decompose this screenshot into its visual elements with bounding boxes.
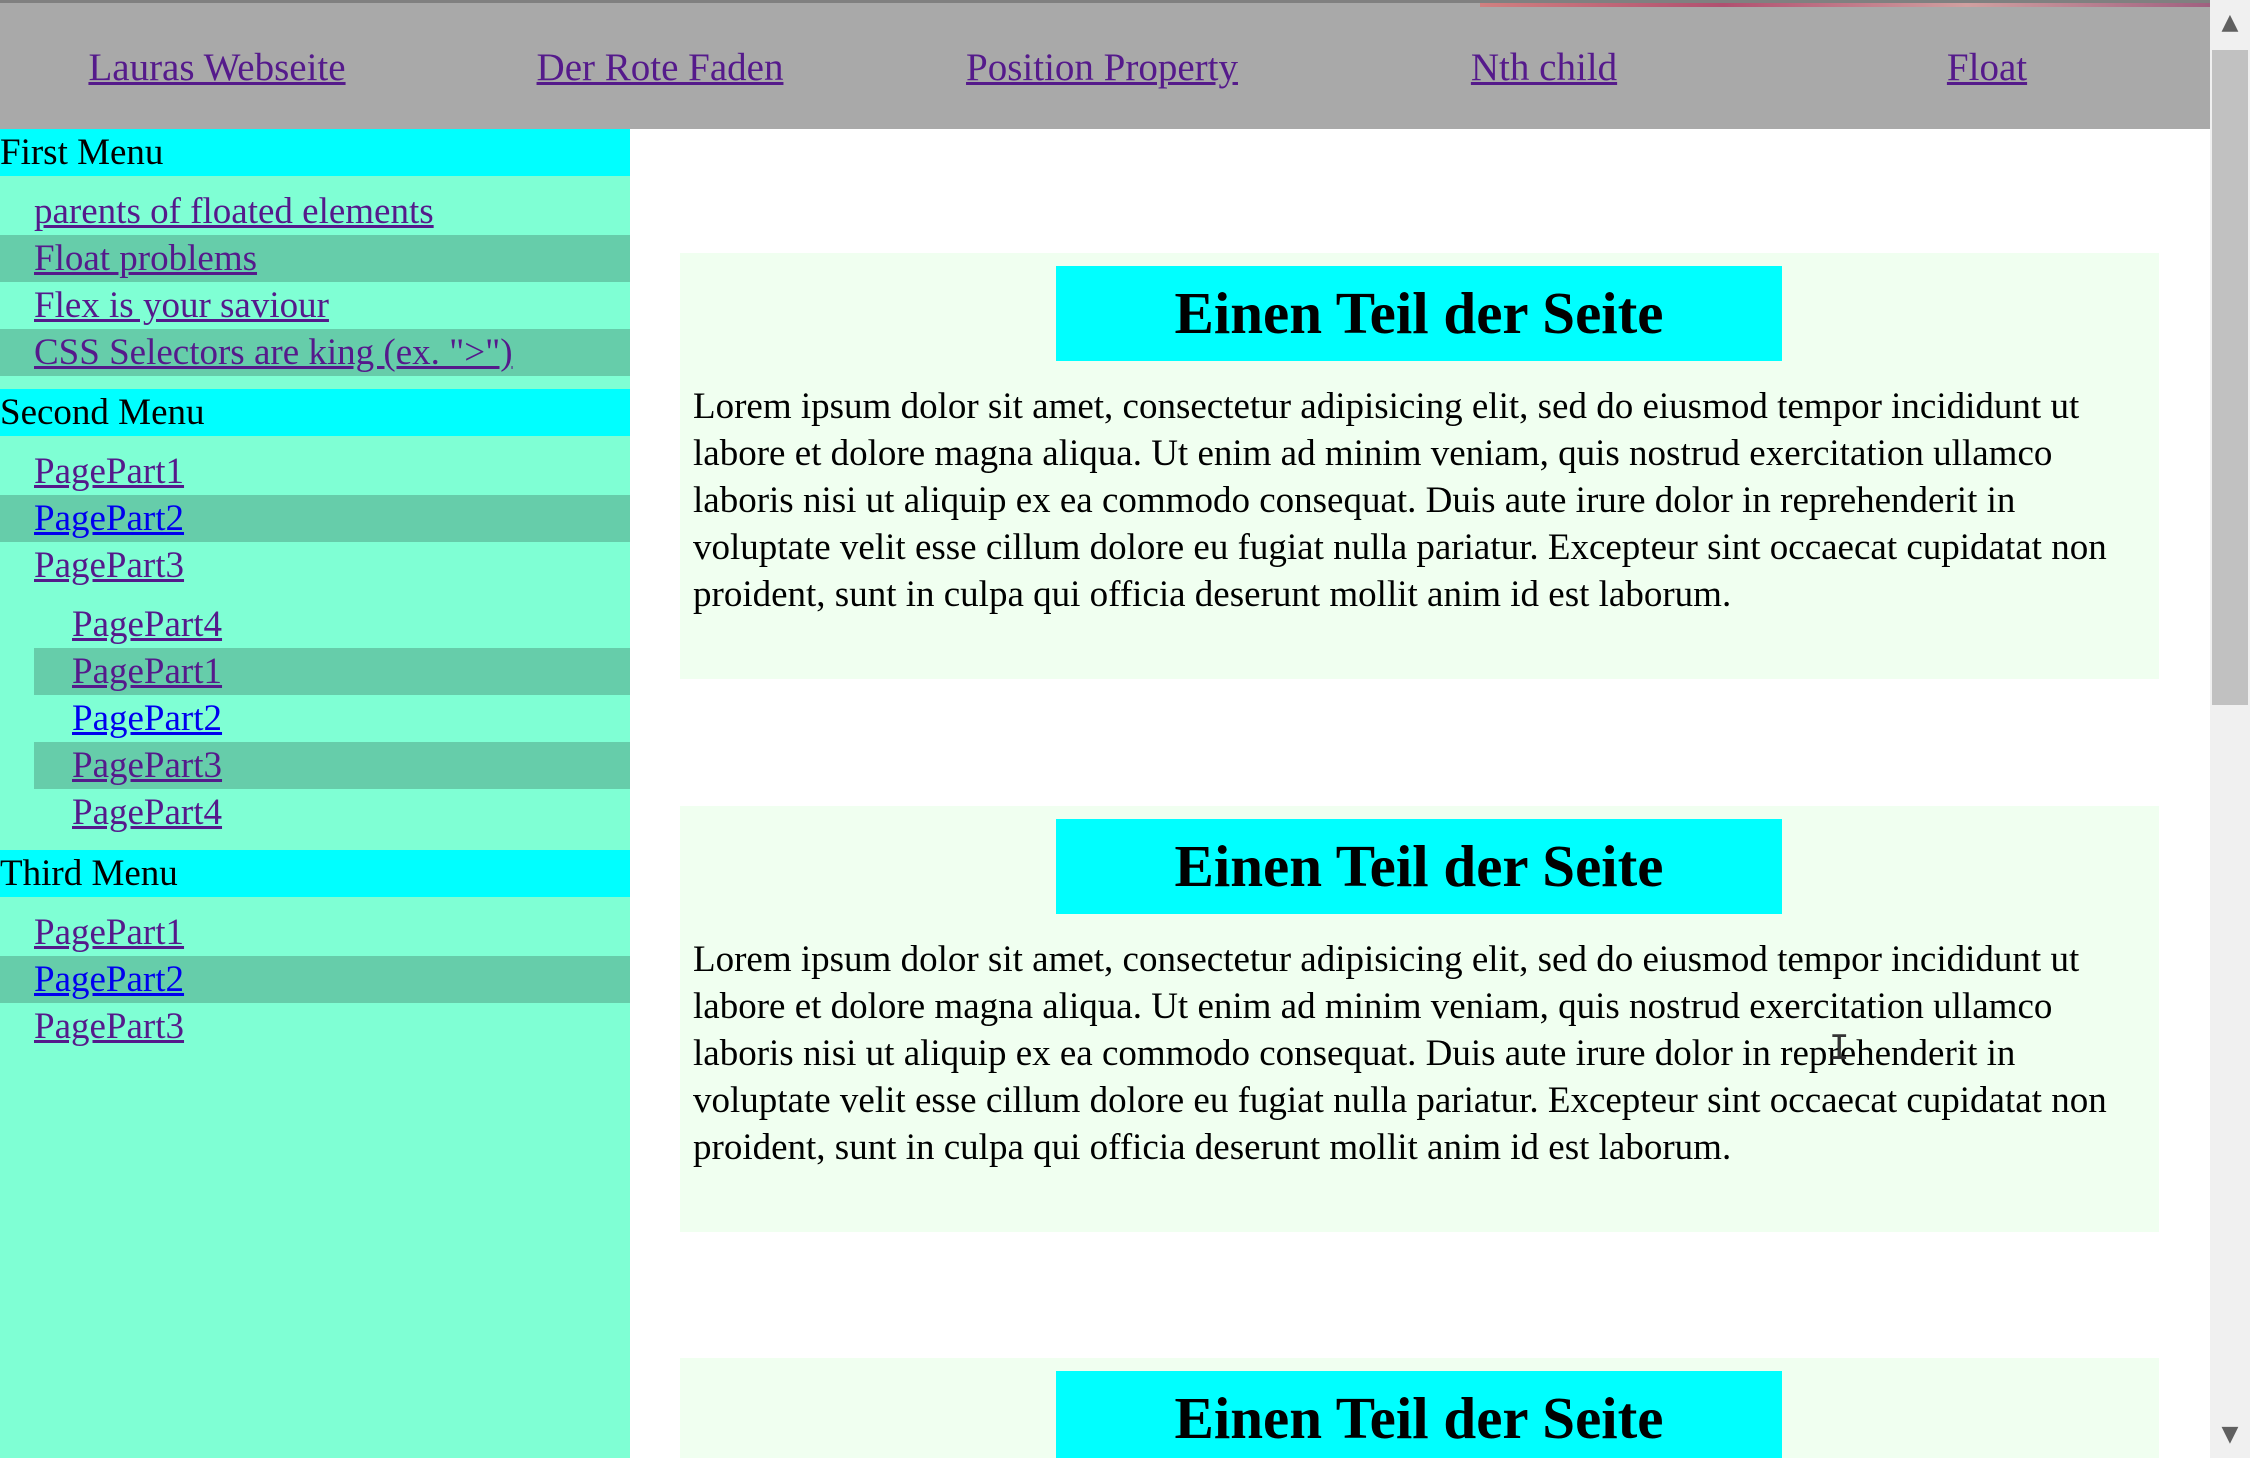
content-card: Einen Teil der Seite Lorem ipsum dolor s… <box>680 253 2159 679</box>
sidebar-link[interactable]: PagePart3 <box>34 1006 184 1047</box>
vertical-scrollbar[interactable]: ▲ ▼ <box>2210 0 2250 1458</box>
submenu-link[interactable]: PagePart1 <box>72 651 222 692</box>
sidebar-link[interactable]: PagePart2 <box>34 959 184 1000</box>
sidebar-item-third-pagepart3[interactable]: PagePart3 <box>0 1003 630 1050</box>
chevron-up-icon[interactable]: ▲ <box>2210 10 2250 35</box>
submenu-item-pagepart2[interactable]: PagePart2 <box>34 695 630 742</box>
menu-heading-first: First Menu <box>0 129 630 176</box>
card-paragraph: Lorem ipsum dolor sit amet, consectetur … <box>693 386 2107 615</box>
submenu-item-pagepart3[interactable]: PagePart3 <box>34 742 630 789</box>
submenu-link[interactable]: PagePart2 <box>72 698 222 739</box>
card-heading: Einen Teil der Seite <box>1056 266 1782 361</box>
nav-link-lauras-webseite[interactable]: Lauras Webseite <box>88 45 345 90</box>
submenu-item-pagepart4[interactable]: PagePart4 <box>34 601 630 648</box>
sidebar-link[interactable]: Float problems <box>34 238 257 279</box>
content-card: Einen Teil der Seite <box>680 1358 2159 1458</box>
card-heading: Einen Teil der Seite <box>1056 819 1782 914</box>
sidebar-link[interactable]: PagePart1 <box>34 912 184 953</box>
nav-link-position-property[interactable]: Position Property <box>966 45 1238 90</box>
browser-viewport: Lauras Webseite Der Rote Faden Position … <box>0 0 2210 1458</box>
sidebar-link[interactable]: PagePart3 <box>34 545 184 586</box>
content-card: Einen Teil der Seite Lorem ipsum dolor s… <box>680 806 2159 1232</box>
sidebar-item-pagepart3[interactable]: PagePart3 <box>0 542 630 589</box>
submenu-item-pagepart1[interactable]: PagePart1 <box>34 648 630 695</box>
menu-heading-third: Third Menu <box>0 850 630 897</box>
card-paragraph: Lorem ipsum dolor sit amet, consectetur … <box>693 939 2107 1168</box>
sidebar-item-pagepart1[interactable]: PagePart1 <box>0 448 630 495</box>
nav-link-nth-child[interactable]: Nth child <box>1471 45 1617 90</box>
chevron-down-icon[interactable]: ▼ <box>2210 1422 2250 1447</box>
nav-link-float[interactable]: Float <box>1947 45 2027 90</box>
submenu-item-pagepart4-b[interactable]: PagePart4 <box>34 789 630 836</box>
submenu-link[interactable]: PagePart4 <box>72 604 222 645</box>
sidebar: First Menu parents of floated elements F… <box>0 129 630 1458</box>
scrollbar-thumb[interactable] <box>2212 50 2248 705</box>
sidebar-link[interactable]: parents of floated elements <box>34 191 434 232</box>
sidebar-link[interactable]: PagePart1 <box>34 451 184 492</box>
submenu-link[interactable]: PagePart3 <box>72 745 222 786</box>
submenu-link[interactable]: PagePart4 <box>72 792 222 833</box>
menu-heading-second: Second Menu <box>0 389 630 436</box>
sidebar-link[interactable]: Flex is your saviour <box>34 285 329 326</box>
card-heading: Einen Teil der Seite <box>1056 1371 1782 1458</box>
main-content: Einen Teil der Seite Lorem ipsum dolor s… <box>630 129 2210 1458</box>
header-decoration <box>1480 3 2210 7</box>
sidebar-item-flex-is-your-saviour[interactable]: Flex is your saviour <box>0 282 630 329</box>
text-cursor-icon: I <box>1829 1028 1850 1068</box>
top-navigation: Lauras Webseite Der Rote Faden Position … <box>0 0 2210 129</box>
nav-link-der-rote-faden[interactable]: Der Rote Faden <box>537 45 784 90</box>
sidebar-link[interactable]: PagePart2 <box>34 498 184 539</box>
sidebar-item-third-pagepart2[interactable]: PagePart2 <box>0 956 630 1003</box>
sidebar-item-float-problems[interactable]: Float problems <box>0 235 630 282</box>
sidebar-item-css-selectors-are-king[interactable]: CSS Selectors are king (ex. ">") <box>0 329 630 376</box>
sidebar-item-third-pagepart1[interactable]: PagePart1 <box>0 909 630 956</box>
sidebar-item-parents-of-floated-elements[interactable]: parents of floated elements <box>0 188 630 235</box>
sidebar-item-pagepart2[interactable]: PagePart2 <box>0 495 630 542</box>
sidebar-link[interactable]: CSS Selectors are king (ex. ">") <box>34 332 513 373</box>
